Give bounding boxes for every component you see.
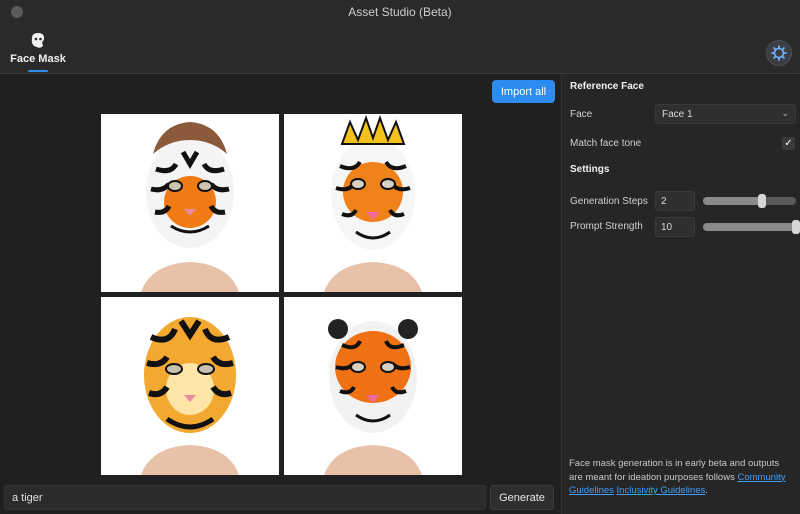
inclusivity-guidelines-link[interactable]: Inclusivity Guidelines: [617, 485, 706, 496]
face-select-value: Face 1: [662, 109, 693, 120]
face-mask-icon: [31, 33, 44, 48]
slider-fill: [703, 197, 762, 205]
beta-notice-period: .: [705, 485, 708, 496]
match-face-tone-checkbox[interactable]: ✓: [782, 137, 795, 150]
results-area: Import all a tiger Generate: [0, 75, 560, 514]
beta-notice-text-follows: follows: [705, 471, 735, 483]
face-label: Face: [570, 109, 593, 120]
tab-face-mask[interactable]: Face Mask: [8, 30, 68, 74]
slider-thumb[interactable]: [757, 194, 766, 208]
slider-fill: [703, 223, 796, 231]
title-bar: Asset Studio (Beta): [0, 0, 800, 24]
import-all-button[interactable]: Import all: [492, 80, 555, 103]
tab-label: Face Mask: [10, 53, 66, 65]
prompt-strength-label: Prompt Strength: [570, 221, 643, 232]
active-tab-indicator: [28, 70, 48, 72]
generation-steps-slider[interactable]: [703, 194, 796, 208]
chevron-down-icon: ⌄: [781, 108, 789, 118]
toolbar: Face Mask: [0, 24, 800, 74]
settings-button[interactable]: [766, 40, 792, 66]
generate-button[interactable]: Generate: [490, 485, 554, 510]
tiger-mask-result-4[interactable]: [284, 297, 462, 475]
prompt-input[interactable]: [4, 485, 486, 510]
prompt-strength-slider[interactable]: [703, 220, 800, 234]
match-face-tone-label: Match face tone: [570, 138, 642, 149]
settings-heading: Settings: [570, 164, 610, 175]
face-select[interactable]: Face 1 ⌄: [655, 104, 796, 124]
prompt-strength-input[interactable]: 10: [655, 217, 695, 237]
slider-thumb[interactable]: [792, 220, 800, 234]
gear-icon: [771, 45, 787, 61]
tiger-mask-result-2[interactable]: [284, 114, 462, 292]
generation-steps-label: Generation Steps: [570, 196, 648, 207]
checkmark-icon: ✓: [784, 138, 793, 149]
tiger-mask-result-3[interactable]: [101, 297, 279, 475]
beta-notice: Face mask generation is in early beta an…: [569, 457, 794, 498]
reference-face-heading: Reference Face: [570, 81, 644, 92]
settings-panel: Reference Face Face Face 1 ⌄ Match face …: [561, 75, 800, 514]
generation-steps-input[interactable]: 2: [655, 191, 695, 211]
window-title: Asset Studio (Beta): [348, 5, 452, 19]
tiger-mask-result-1[interactable]: [101, 114, 279, 292]
